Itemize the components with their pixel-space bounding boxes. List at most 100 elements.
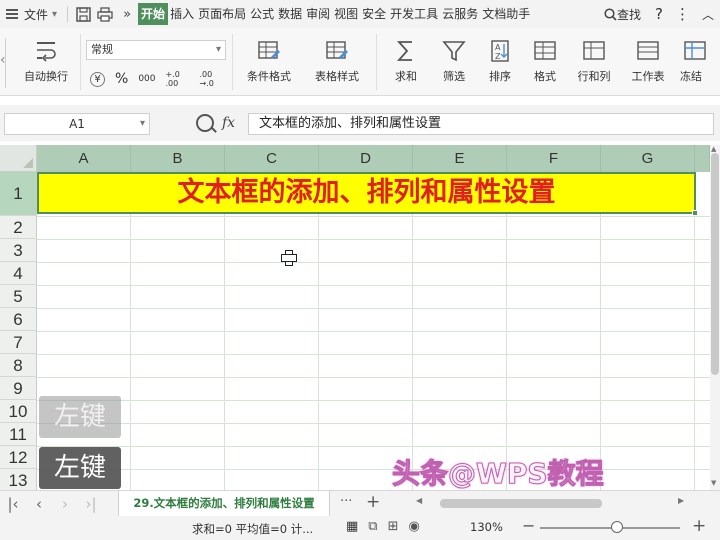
tab-data[interactable]: 数据 xyxy=(276,3,304,25)
zoom-in-button[interactable]: + xyxy=(692,516,706,536)
last-sheet-icon[interactable]: ›| xyxy=(78,495,104,513)
zoom-level[interactable]: 130% xyxy=(470,520,503,534)
row-header-3[interactable]: 3 xyxy=(0,239,37,262)
sheet-tab-active[interactable]: 29.文本框的添加、排列和属性设置 xyxy=(118,491,330,516)
help-icon[interactable]: ? xyxy=(655,5,663,23)
scroll-right-icon[interactable]: ▶ xyxy=(678,496,684,505)
save-icon[interactable] xyxy=(72,3,94,25)
search-icon xyxy=(604,7,617,21)
page-break-view-icon[interactable]: ⧉ xyxy=(368,519,377,534)
filter-button[interactable]: 筛选 xyxy=(432,38,476,84)
next-sheet-icon[interactable]: › xyxy=(52,495,78,513)
cell-area[interactable]: 文本框的添加、排列和属性设置 xyxy=(37,172,710,490)
column-header-h[interactable] xyxy=(695,145,710,172)
tab-insert[interactable]: 插入 xyxy=(168,3,196,25)
thousands-button[interactable]: 000 xyxy=(138,74,155,84)
more-sheets-icon[interactable]: ··· xyxy=(340,494,352,509)
vertical-scroll-thumb[interactable] xyxy=(711,153,719,375)
decrease-decimal-button[interactable]: .00 →.0 xyxy=(200,70,224,88)
horizontal-scrollbar[interactable]: ◀ ▶ xyxy=(414,496,716,510)
column-header-c[interactable]: C xyxy=(225,145,319,172)
reading-view-icon[interactable]: ◉ xyxy=(409,519,420,534)
fx-icon[interactable]: fx xyxy=(222,115,235,131)
freeze-icon xyxy=(684,41,706,60)
more-icon[interactable]: ⋮ xyxy=(675,5,690,23)
print-icon[interactable] xyxy=(94,3,116,25)
tab-view[interactable]: 视图 xyxy=(332,3,360,25)
sort-icon: AZ xyxy=(491,40,509,62)
ribbon-scroll-left[interactable] xyxy=(0,38,6,88)
cell-cursor-icon xyxy=(281,250,297,266)
scroll-up-icon[interactable]: ▲ xyxy=(711,145,716,153)
row-header-5[interactable]: 5 xyxy=(0,285,37,308)
search-button[interactable]: 查找 xyxy=(604,6,641,23)
selection-stats[interactable]: 求和=0 平均值=0 计... xyxy=(192,521,313,537)
collapse-ribbon-icon[interactable]: ︿ xyxy=(702,6,714,23)
prev-sheet-icon[interactable]: ‹ xyxy=(26,495,52,513)
page-layout-view-icon[interactable]: ⊞ xyxy=(388,519,399,534)
rows-cols-button[interactable]: 行和列 xyxy=(568,38,620,84)
name-box[interactable]: A1 xyxy=(4,113,150,135)
row-header-11[interactable]: 11 xyxy=(0,423,37,446)
grid-line xyxy=(37,308,710,309)
table-style-button[interactable]: 表格样式 xyxy=(306,38,368,84)
overflow-icon[interactable]: » xyxy=(116,3,138,25)
normal-view-icon[interactable]: ▦ xyxy=(346,519,358,534)
row-header-8[interactable]: 8 xyxy=(0,354,37,377)
scroll-down-icon[interactable]: ▼ xyxy=(711,479,716,487)
fill-handle[interactable] xyxy=(692,210,698,216)
zoom-icon[interactable] xyxy=(196,114,214,132)
wrap-text-button[interactable]: 自动换行 xyxy=(18,38,74,84)
merged-title-cell[interactable]: 文本框的添加、排列和属性设置 xyxy=(37,172,696,214)
column-header-a[interactable]: A xyxy=(37,145,131,172)
add-sheet-button[interactable]: + xyxy=(366,492,380,512)
freeze-button[interactable]: 冻结 xyxy=(680,38,720,84)
tab-developer[interactable]: 开发工具 xyxy=(388,3,440,25)
grid-line xyxy=(37,285,710,286)
first-sheet-icon[interactable]: |‹ xyxy=(0,495,26,513)
row-header-1[interactable]: 1 xyxy=(0,172,37,216)
file-menu[interactable]: 文件 ▾ xyxy=(0,0,63,28)
horizontal-scroll-thumb[interactable] xyxy=(440,499,602,508)
rows-cols-icon xyxy=(583,41,605,60)
number-format-select[interactable]: 常规 xyxy=(86,40,226,60)
tab-review[interactable]: 审阅 xyxy=(304,3,332,25)
zoom-slider-knob[interactable] xyxy=(611,521,623,533)
tab-page-layout[interactable]: 页面布局 xyxy=(196,3,248,25)
grid-line xyxy=(37,216,710,217)
sort-button[interactable]: AZ 排序 xyxy=(478,38,522,84)
row-header-4[interactable]: 4 xyxy=(0,262,37,285)
tab-cloud[interactable]: 云服务 xyxy=(440,3,480,25)
increase-decimal-button[interactable]: +.0 .00 xyxy=(166,70,190,88)
row-header-10[interactable]: 10 xyxy=(0,400,37,423)
select-all-corner[interactable] xyxy=(0,145,37,172)
sum-button[interactable]: 求和 xyxy=(384,38,428,84)
wrap-text-label: 自动换行 xyxy=(24,70,68,83)
currency-button[interactable]: ¥ xyxy=(90,71,105,87)
row-header-13[interactable]: 13 xyxy=(0,469,37,490)
vertical-scrollbar[interactable]: ▲ ▼ xyxy=(710,145,720,490)
row-header-12[interactable]: 12 xyxy=(0,446,37,469)
column-header-g[interactable]: G xyxy=(601,145,695,172)
formula-input[interactable]: 文本框的添加、排列和属性设置 xyxy=(248,113,714,135)
scroll-left-icon[interactable]: ◀ xyxy=(416,496,422,505)
row-header-9[interactable]: 9 xyxy=(0,377,37,400)
tab-formulas[interactable]: 公式 xyxy=(248,3,276,25)
column-header-f[interactable]: F xyxy=(507,145,601,172)
column-header-b[interactable]: B xyxy=(131,145,225,172)
zoom-slider-track[interactable] xyxy=(540,527,680,529)
table-style-icon xyxy=(326,41,348,59)
column-header-d[interactable]: D xyxy=(319,145,413,172)
column-header-e[interactable]: E xyxy=(413,145,507,172)
format-button[interactable]: 格式 xyxy=(522,38,568,84)
worksheet-button[interactable]: 工作表 xyxy=(622,38,674,84)
percent-button[interactable]: % xyxy=(115,71,128,87)
tab-security[interactable]: 安全 xyxy=(360,3,388,25)
tab-doc-assistant[interactable]: 文档助手 xyxy=(480,3,532,25)
row-header-2[interactable]: 2 xyxy=(0,216,37,239)
zoom-out-button[interactable]: − xyxy=(522,516,535,535)
row-header-6[interactable]: 6 xyxy=(0,308,37,331)
conditional-format-button[interactable]: 条件格式 xyxy=(238,38,300,84)
row-header-7[interactable]: 7 xyxy=(0,331,37,354)
tab-home[interactable]: 开始 xyxy=(138,3,169,25)
